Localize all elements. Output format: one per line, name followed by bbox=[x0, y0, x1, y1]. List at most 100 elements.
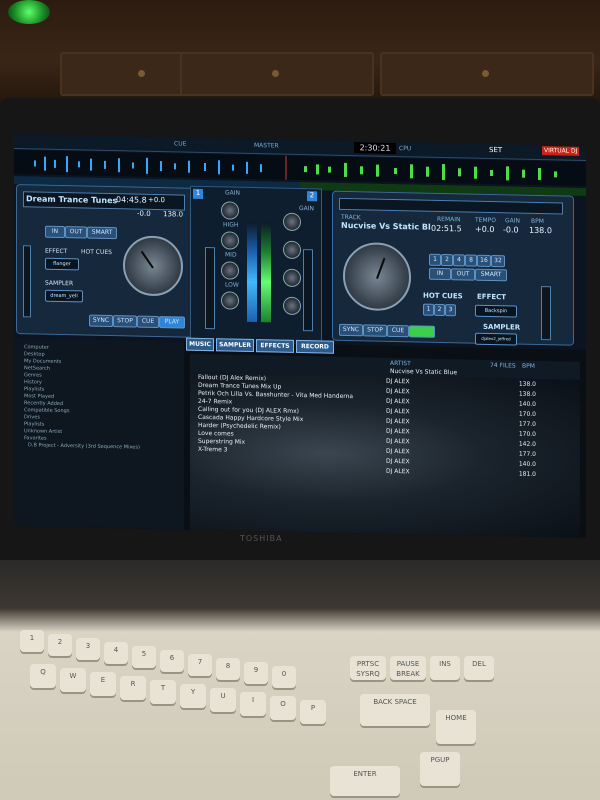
tree-item[interactable]: NetSearch bbox=[24, 365, 50, 372]
deck-right-sampler-select[interactable]: djalex2_jeffred bbox=[475, 332, 517, 346]
hotcue-3-button[interactable]: 3 bbox=[445, 304, 456, 317]
tree-item[interactable]: Recently Added bbox=[24, 400, 63, 407]
track-title[interactable]: Superstring Mix bbox=[198, 438, 245, 446]
deck-left-in-button[interactable]: IN bbox=[45, 225, 65, 239]
mixer: 1 2 GAIN GAIN HIGH MID LOW bbox=[190, 185, 322, 346]
gain-knob-left[interactable] bbox=[221, 201, 239, 220]
key-letter[interactable]: W bbox=[60, 668, 86, 692]
deck-right-in-button[interactable]: IN bbox=[429, 267, 451, 281]
key-digit[interactable]: 3 bbox=[76, 638, 100, 660]
high-knob-right[interactable] bbox=[283, 240, 301, 260]
deck-right-smart-button[interactable]: SMART bbox=[475, 268, 507, 282]
deck-left-sync-button[interactable]: SYNC bbox=[89, 314, 113, 328]
key-letter[interactable]: O bbox=[270, 696, 296, 720]
deck-right-pitch-slider[interactable] bbox=[541, 286, 551, 341]
low-knob-left[interactable] bbox=[221, 291, 239, 310]
folder-tree: Computer Desktop My Documents NetSearch … bbox=[14, 338, 184, 530]
mid-knob-left[interactable] bbox=[221, 261, 239, 280]
deck-right-jog-wheel[interactable] bbox=[343, 241, 411, 312]
loop-16-button[interactable]: 16 bbox=[477, 254, 491, 268]
deck-right-out-button[interactable]: OUT bbox=[451, 268, 475, 281]
deck-right-effect-select[interactable]: Backspin bbox=[475, 304, 517, 318]
bpm-column-header[interactable]: BPM bbox=[522, 363, 535, 370]
key-prtsc[interactable]: PRTSC SYSRQ bbox=[350, 656, 386, 680]
hotcue-1-button[interactable]: 1 bbox=[423, 303, 434, 316]
loop-32-button[interactable]: 32 bbox=[491, 255, 505, 268]
tree-item[interactable]: Desktop bbox=[24, 351, 45, 357]
track-title[interactable]: Fallout (DJ Alex Remix) bbox=[198, 374, 266, 382]
deck-right-sync-button[interactable]: SYNC bbox=[339, 323, 363, 337]
key-letter[interactable]: T bbox=[150, 680, 176, 704]
tree-item[interactable]: Playlists bbox=[24, 421, 44, 427]
tree-item[interactable]: Playlists bbox=[24, 386, 44, 392]
tree-item[interactable]: History bbox=[24, 379, 42, 385]
key-digit[interactable]: 6 bbox=[160, 650, 184, 672]
key-digit[interactable]: 2 bbox=[48, 634, 72, 656]
key-letter[interactable]: U bbox=[210, 688, 236, 712]
tree-item[interactable]: Most Played bbox=[24, 393, 54, 400]
tree-item[interactable]: My Documents bbox=[24, 358, 61, 365]
key-letter[interactable]: I bbox=[240, 692, 266, 716]
deck-left-hotcues-label: HOT CUES bbox=[81, 248, 112, 257]
deck-left-jog-wheel[interactable] bbox=[123, 235, 183, 297]
key-digit[interactable]: 4 bbox=[104, 642, 128, 664]
deck-left-stop-button[interactable]: STOP bbox=[113, 315, 137, 328]
tree-item[interactable]: Unknown Artist bbox=[24, 428, 62, 435]
tab-effects[interactable]: EFFECTS bbox=[256, 339, 294, 353]
key-letter[interactable]: Y bbox=[180, 684, 206, 708]
tree-item[interactable]: D.B Project - Adversity (3rd Sequence Mi… bbox=[28, 442, 140, 450]
key-letter[interactable]: P bbox=[300, 700, 326, 724]
tab-sampler[interactable]: SAMPLER bbox=[216, 338, 254, 353]
loop-4-button[interactable]: 4 bbox=[453, 254, 465, 267]
key-pause[interactable]: PAUSE BREAK bbox=[390, 656, 426, 680]
tree-item[interactable]: Favorites bbox=[24, 435, 47, 441]
volume-fader-left[interactable] bbox=[205, 247, 215, 330]
key-enter[interactable]: ENTER bbox=[330, 766, 400, 796]
key-letter[interactable]: E bbox=[90, 672, 116, 696]
tree-item[interactable]: Drives bbox=[24, 414, 40, 420]
loop-2-button[interactable]: 2 bbox=[441, 253, 453, 267]
tree-item[interactable]: Compatible Songs bbox=[24, 407, 69, 414]
key-letter[interactable]: Q bbox=[30, 664, 56, 688]
key-digit[interactable]: 8 bbox=[216, 658, 240, 680]
key-ins[interactable]: INS bbox=[430, 656, 460, 680]
volume-fader-right[interactable] bbox=[303, 249, 313, 332]
deck-left-effect-select[interactable]: flanger bbox=[45, 257, 79, 271]
deck-left-sampler-select[interactable]: dream_yell bbox=[45, 289, 83, 303]
mid-knob-right[interactable] bbox=[283, 268, 301, 288]
track-title[interactable]: X-Treme 3 bbox=[198, 446, 228, 454]
tab-record[interactable]: RECORD bbox=[296, 339, 334, 354]
deck-left-cue-button[interactable]: CUE bbox=[137, 315, 159, 329]
deck-right-cue-button[interactable]: CUE bbox=[387, 324, 409, 338]
key-digit[interactable]: 9 bbox=[244, 662, 268, 684]
key-digit[interactable]: 1 bbox=[20, 630, 44, 652]
artist-column-header[interactable]: ARTIST bbox=[390, 360, 411, 367]
deck-left-pitch-slider[interactable] bbox=[23, 245, 31, 318]
key-digit[interactable]: 7 bbox=[188, 654, 212, 676]
deck-left-play-button[interactable]: PLAY bbox=[159, 316, 185, 329]
tree-item[interactable]: Computer bbox=[24, 344, 49, 351]
deck-left-out-button[interactable]: OUT bbox=[65, 226, 87, 239]
key-home[interactable]: HOME bbox=[436, 710, 476, 744]
key-digit[interactable]: 0 bbox=[272, 666, 296, 688]
tree-item[interactable]: Genres bbox=[24, 372, 42, 378]
deck-right-play-button[interactable]: PLAY bbox=[409, 325, 435, 338]
high-knob-left[interactable] bbox=[221, 231, 239, 250]
deck-right-stop-button[interactable]: STOP bbox=[363, 324, 387, 337]
key-backspace[interactable]: BACK SPACE bbox=[360, 694, 430, 726]
gain-knob-right[interactable] bbox=[283, 212, 301, 232]
file-count: 74 FILES bbox=[490, 361, 516, 370]
loop-8-button[interactable]: 8 bbox=[465, 254, 477, 267]
loop-1-button[interactable]: 1 bbox=[429, 253, 441, 266]
tab-music[interactable]: MUSIC bbox=[186, 337, 214, 352]
track-title[interactable]: 24-7 Remix bbox=[198, 398, 232, 406]
hotcue-2-button[interactable]: 2 bbox=[434, 303, 445, 317]
key-del[interactable]: DEL bbox=[464, 656, 494, 680]
key-digit[interactable]: 5 bbox=[132, 646, 156, 668]
deck-left-smart-button[interactable]: SMART bbox=[87, 226, 117, 240]
key-pgup[interactable]: PGUP bbox=[420, 752, 460, 786]
set-button[interactable]: SET bbox=[489, 146, 502, 154]
key-letter[interactable]: R bbox=[120, 676, 146, 700]
track-title[interactable]: Love comes bbox=[198, 430, 234, 438]
low-knob-right[interactable] bbox=[283, 296, 301, 316]
